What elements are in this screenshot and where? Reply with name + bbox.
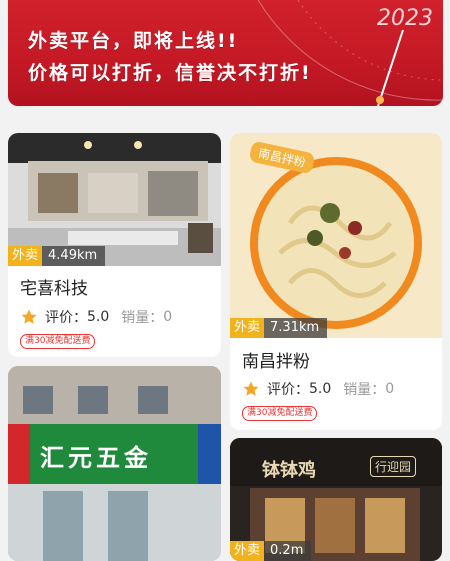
store-sign: 汇元五金 xyxy=(40,444,152,472)
sales-label: 销量： xyxy=(343,382,386,398)
distance-value: 4.49km xyxy=(42,246,106,266)
banner-year: 2023 xyxy=(377,6,433,31)
shop-card-nanchang[interactable]: 南昌拌粉 外卖 7.31km 南昌拌粉 评价： 5.0 销量： 0 满30减免配… xyxy=(230,133,442,430)
shop-card-zhaixi[interactable]: 外卖 4.49km 宅喜科技 评价： 5.0 销量： 0 满30减免配送费 xyxy=(8,133,221,357)
star-icon xyxy=(21,309,37,324)
shop-name: 宅喜科技 xyxy=(20,279,88,299)
sales-label: 销量： xyxy=(121,310,164,326)
promo-badge: 满30减免配送费 xyxy=(20,334,96,349)
store-sign-badge: 行迎园 xyxy=(370,456,417,477)
rating-label: 评价： xyxy=(45,310,87,326)
distance-badge: 外卖 7.31km xyxy=(230,318,328,338)
shop-card-huiyuan[interactable]: 汇元五金 xyxy=(8,366,221,561)
distance-badge: 外卖 4.49km xyxy=(8,246,106,266)
sales-value: 0 xyxy=(385,381,395,397)
shop-card-bobo[interactable]: 钵钵鸡 行迎园 外卖 0.2m xyxy=(230,438,442,561)
delivery-tag: 外卖 xyxy=(230,541,265,561)
delivery-tag: 外卖 xyxy=(8,246,43,266)
shop-name: 南昌拌粉 xyxy=(242,352,310,372)
promo-banner[interactable]: 外卖平台，即将上线!! 价格可以打折，信誉决不打折! 2023 xyxy=(8,0,443,106)
distance-badge: 外卖 0.2m xyxy=(230,541,312,561)
distance-value: 7.31km xyxy=(264,318,328,338)
rating-label: 评价： xyxy=(267,382,309,398)
star-icon xyxy=(243,381,259,396)
rating-row: 评价： 5.0 销量： 0 xyxy=(20,307,172,327)
rating-value: 5.0 xyxy=(309,381,332,397)
sales-value: 0 xyxy=(163,309,173,325)
rating-row: 评价： 5.0 销量： 0 xyxy=(242,379,394,399)
rating-value: 5.0 xyxy=(87,309,110,325)
promo-badge: 满30减免配送费 xyxy=(242,406,318,421)
delivery-tag: 外卖 xyxy=(230,318,265,338)
store-sign: 钵钵鸡 xyxy=(262,460,316,481)
banner-subline: 价格可以打折，信誉决不打折! xyxy=(28,62,312,84)
banner-headline: 外卖平台，即将上线!! xyxy=(28,30,239,52)
distance-value: 0.2m xyxy=(264,541,312,561)
